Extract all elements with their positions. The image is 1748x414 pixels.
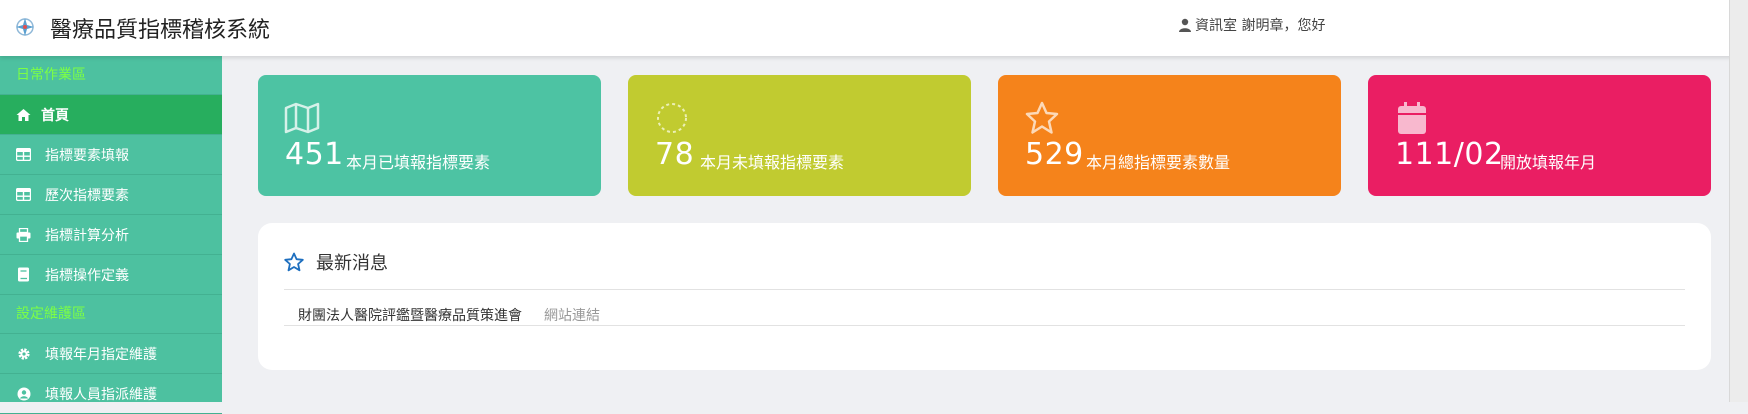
stat-label: 本月總指標要素數量 xyxy=(1086,153,1231,172)
news-item-text: 財團法人醫院評鑑暨醫療品質策進會 xyxy=(298,308,522,324)
stat-label: 本月已填報指標要素 xyxy=(346,153,491,172)
sidebar-item-home[interactable]: 首頁 xyxy=(0,95,222,135)
stat-value: 78 xyxy=(655,137,695,172)
star-icon xyxy=(284,252,304,272)
sidebar-item-analysis[interactable]: 指標計算分析 xyxy=(0,215,222,255)
stat-value: 111/02 xyxy=(1395,137,1504,172)
divider xyxy=(284,325,1685,326)
stat-card-filled[interactable]: 451 本月已填報指標要素 xyxy=(258,75,601,196)
table-icon xyxy=(16,147,31,162)
spinner-icon xyxy=(657,103,687,133)
list-item: 財團法人醫院評鑑暨醫療品質策進會 網站連結 xyxy=(298,305,600,325)
stat-card-total[interactable]: 529 本月總指標要素數量 xyxy=(998,75,1341,196)
logo-icon xyxy=(16,18,34,36)
book-icon xyxy=(16,267,31,282)
website-link[interactable]: 網站連結 xyxy=(544,305,600,325)
divider xyxy=(284,289,1685,290)
stat-label: 本月未填報指標要素 xyxy=(700,153,845,172)
top-bar: 醫療品質指標稽核系統 資訊室 謝明章，您好 xyxy=(0,0,1748,56)
map-icon xyxy=(284,102,320,134)
sidebar-item-staff-assign[interactable]: 填報人員指派維護 xyxy=(0,374,222,414)
news-header: 最新消息 xyxy=(284,249,388,275)
sidebar-item-label: 指標計算分析 xyxy=(45,227,129,244)
sidebar-item-history[interactable]: 歷次指標要素 xyxy=(0,175,222,215)
news-panel: 最新消息 財團法人醫院評鑑暨醫療品質策進會 網站連結 xyxy=(258,223,1711,370)
stat-value: 529 xyxy=(1025,137,1084,172)
table-icon xyxy=(16,187,31,202)
home-icon xyxy=(16,107,31,122)
sidebar-item-label: 指標操作定義 xyxy=(45,267,129,284)
user-icon xyxy=(1179,18,1191,32)
user-menu[interactable]: 資訊室 謝明章，您好 xyxy=(1178,15,1325,35)
user-greeting: 資訊室 謝明章，您好 xyxy=(1195,18,1326,34)
gear-icon xyxy=(16,346,31,361)
sidebar-item-period-setting[interactable]: 填報年月指定維護 xyxy=(0,334,222,374)
sidebar-item-label: 歷次指標要素 xyxy=(45,187,129,204)
sidebar-section-settings: 設定維護區 xyxy=(0,295,222,334)
sidebar-item-definition[interactable]: 指標操作定義 xyxy=(0,255,222,295)
calendar-icon xyxy=(1398,102,1426,134)
sidebar-item-label: 首頁 xyxy=(41,107,69,124)
print-icon xyxy=(16,227,31,242)
sidebar-item-label: 填報人員指派維護 xyxy=(45,386,157,403)
stat-card-unfilled[interactable]: 78 本月未填報指標要素 xyxy=(628,75,971,196)
stat-label: 開放填報年月 xyxy=(1500,153,1597,172)
sidebar-section-daily: 日常作業區 xyxy=(0,56,222,95)
sidebar-item-indicator-entry[interactable]: 指標要素填報 xyxy=(0,135,222,175)
page-scrollbar[interactable] xyxy=(1729,0,1748,402)
stat-value: 451 xyxy=(285,137,344,172)
user-circle-icon xyxy=(16,386,31,401)
app-title: 醫療品質指標稽核系統 xyxy=(50,18,271,43)
news-title: 最新消息 xyxy=(316,253,388,274)
star-icon xyxy=(1025,101,1059,134)
sidebar: 日常作業區 首頁 指標要素填報 歷次指標要素 指標計算分析 指標操作定義 設定維… xyxy=(0,56,222,414)
sidebar-item-label: 填報年月指定維護 xyxy=(45,346,157,363)
sidebar-item-label: 指標要素填報 xyxy=(45,147,129,164)
stat-card-period[interactable]: 111/02 開放填報年月 xyxy=(1368,75,1711,196)
